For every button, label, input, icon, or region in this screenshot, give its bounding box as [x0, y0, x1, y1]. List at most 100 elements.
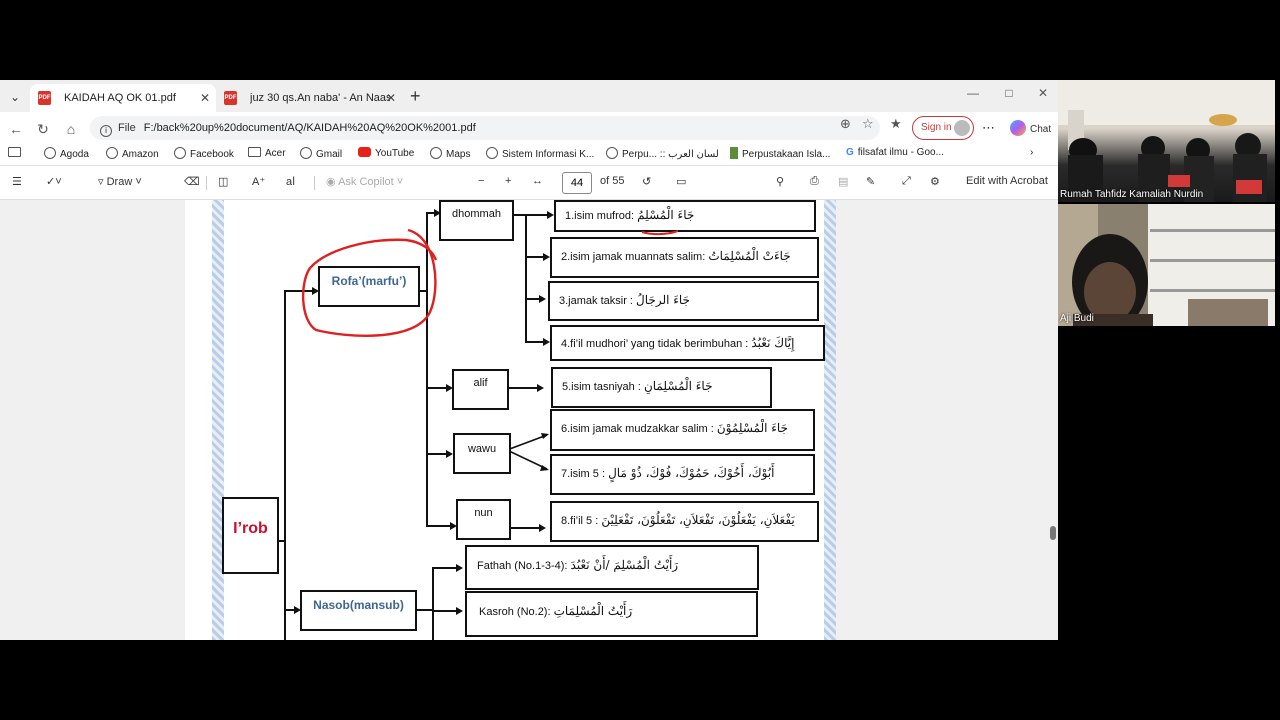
connector-line [432, 567, 458, 569]
save-icon[interactable]: ▤ [838, 175, 848, 188]
copilot-icon [1010, 120, 1026, 136]
shelf [1150, 259, 1275, 262]
connector-line [432, 567, 434, 640]
bookmark-acer[interactable]: Acer [248, 147, 286, 159]
bookmark-lisan-arab[interactable]: Perpu... :: لسان العرب [606, 147, 719, 160]
tab-actions-chevron-icon[interactable]: ⌄ [6, 88, 24, 106]
page-total: of 55 [600, 175, 625, 187]
chevron-down-icon: ˅ [135, 176, 142, 188]
book-icon [730, 147, 738, 159]
bookmark-label: Perpu... :: لسان العرب [622, 149, 719, 160]
highlight-icon[interactable]: ✓˅ [46, 175, 62, 188]
chat-label: Chat [1030, 124, 1052, 135]
rotate-icon[interactable]: ↺ [642, 175, 651, 188]
item-label: 7.isim 5 : [561, 468, 606, 480]
refresh-icon[interactable]: ↻ [33, 119, 53, 139]
text-box-icon[interactable]: ◫ [218, 175, 228, 188]
arrow-head [456, 607, 463, 615]
bookmarks-folder-icon[interactable] [8, 147, 25, 159]
arrow-head [543, 338, 550, 346]
browser-window: ⌄ PDF KAIDAH AQ OK 01.pdf ✕ PDF juz 30 q… [0, 80, 1058, 640]
item-arabic: أَبُوْكَ، أَخُوْكَ، حَمُوْكَ، فُوْكَ، ذُ… [608, 466, 775, 480]
info-icon[interactable]: i [100, 125, 112, 137]
minimize-icon[interactable]: — [958, 86, 988, 100]
bookmark-youtube[interactable]: YouTube [358, 147, 414, 159]
more-options-icon[interactable]: ⋯ [982, 120, 995, 136]
expand-icon[interactable]: ⤢ [902, 175, 911, 188]
bookmark-filsafat[interactable]: Gfilsafat ilmu - Goo... [846, 147, 944, 158]
bookmark-amazon[interactable]: Amazon [106, 147, 159, 160]
ask-copilot-button[interactable]: ◉ Ask Copilot ˅ [326, 175, 403, 188]
read-aloud-icon[interactable]: A⁺ [252, 175, 265, 188]
page-number-input[interactable]: 44 [562, 172, 592, 194]
nasob-label: Nasob(mansub) [313, 598, 404, 612]
video-tile-aji-budi[interactable]: Aji Budi [1058, 204, 1275, 326]
nasob-box: Nasob(mansub) [300, 590, 417, 631]
translate-icon[interactable]: aا [286, 175, 295, 188]
window-close-icon[interactable]: ✕ [1028, 86, 1058, 100]
settings-gear-icon[interactable]: ⚙ [930, 175, 940, 188]
fit-page-icon[interactable]: ↔ [532, 175, 543, 187]
tab-title: KAIDAH AQ OK 01.pdf [64, 92, 176, 104]
wall [1058, 80, 1275, 125]
bookmark-label: YouTube [375, 148, 415, 159]
contents-list-icon[interactable]: ☰ [12, 175, 22, 188]
globe-icon [300, 147, 312, 159]
connector-line [525, 256, 545, 258]
video-tile-rumah-tahfidz[interactable]: Rumah Tahfidz Kamaliah Nurdin [1058, 80, 1275, 202]
favorite-star-icon[interactable]: ☆ [862, 116, 874, 132]
furniture [1236, 180, 1262, 194]
bookmark-facebook[interactable]: Facebook [174, 147, 234, 160]
url-field[interactable]: i File F:/back%20up%20document/AQ/KAIDAH%2… [90, 116, 880, 140]
new-tab-plus-icon[interactable]: + [410, 86, 421, 106]
maximize-icon[interactable]: □ [994, 86, 1024, 100]
connector-line [525, 214, 549, 216]
bookmarks-overflow-chevron-icon[interactable]: › [1030, 147, 1033, 158]
irob-label: I’rob [233, 520, 268, 537]
search-icon[interactable]: ⚲ [776, 175, 784, 188]
annotation-stroke [301, 228, 438, 337]
bookmark-gmail[interactable]: Gmail [300, 147, 342, 160]
print-icon[interactable]: ⎙ [810, 175, 819, 188]
item-box-4: 4.fi’il mudhori’ yang tidak berimbuhan :… [550, 325, 825, 361]
bookmark-label: filsafat ilmu - Goo... [857, 147, 944, 158]
globe-icon [106, 147, 118, 159]
divider [314, 176, 315, 190]
save-as-icon[interactable]: ✎ [866, 175, 875, 188]
pdf-icon: PDF [224, 91, 237, 105]
tab-kaidah[interactable]: PDF KAIDAH AQ OK 01.pdf ✕ [30, 84, 216, 112]
arrow-head [539, 524, 546, 532]
item-box-8: 8.fi’il 5 : يَفْعَلاَنِ، يَفْعَلُوْنَ، ت… [550, 501, 819, 542]
vertical-scrollbar[interactable] [1048, 200, 1058, 640]
sign-in-button[interactable]: Sign in [912, 116, 974, 140]
globe-icon [174, 147, 186, 159]
close-icon[interactable]: ✕ [200, 84, 210, 112]
bookmark-label: Perpustakaan Isla... [742, 149, 831, 160]
bookmark-maps[interactable]: Maps [430, 147, 470, 160]
home-icon[interactable]: ⌂ [61, 119, 81, 139]
bookmark-perpustakaan[interactable]: Perpustakaan Isla... [730, 147, 830, 160]
eraser-icon[interactable]: ⌫ [184, 175, 200, 188]
connector-line [525, 341, 545, 343]
bookmark-label: Agoda [60, 149, 89, 160]
close-icon[interactable]: ✕ [386, 84, 396, 112]
pdf-viewer[interactable]: I’rob Rofa’(marfu’) Nasob(mansub) dhomma… [0, 200, 1058, 640]
edit-with-acrobat-button[interactable]: Edit with Acrobat [966, 175, 1048, 187]
pdf-icon: PDF [38, 91, 51, 105]
zoom-out-icon[interactable]: − [478, 175, 484, 187]
copilot-chat-button[interactable]: Chat [1010, 120, 1051, 136]
bookmark-agoda[interactable]: Agoda [44, 147, 89, 160]
favorites-icon[interactable]: ★ [890, 116, 902, 132]
zoom-icon[interactable]: ⊕ [840, 116, 851, 132]
tab-title: juz 30 qs.An naba' - An Naas 01.pd [250, 92, 390, 104]
copilot-icon: ◉ [326, 176, 336, 188]
page-view-icon[interactable]: ▭ [676, 175, 686, 188]
scrollbar-thumb[interactable] [1050, 526, 1056, 540]
connector-line [511, 527, 541, 529]
shelf [1150, 229, 1275, 232]
draw-button[interactable]: ▿ Draw ˅ [98, 175, 142, 188]
bookmark-sistem-informasi[interactable]: Sistem Informasi K... [486, 147, 594, 160]
back-arrow-icon[interactable]: ← [6, 119, 26, 139]
zoom-in-icon[interactable]: + [505, 175, 511, 187]
tab-juz30[interactable]: PDF juz 30 qs.An naba' - An Naas 01.pd ✕ [216, 84, 402, 112]
